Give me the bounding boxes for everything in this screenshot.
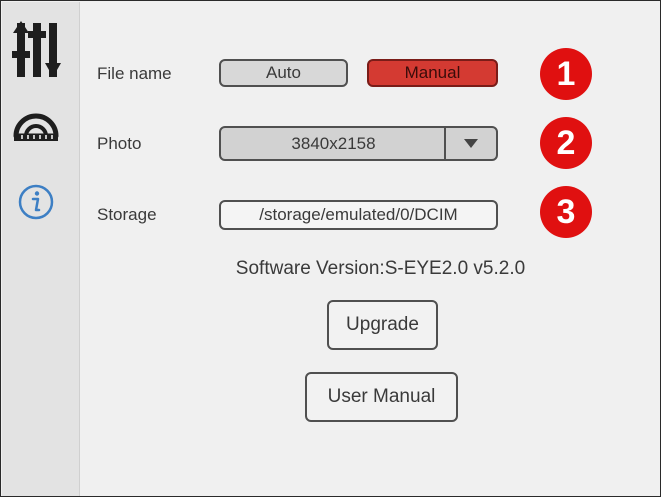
photo-resolution-select[interactable]: 3840x2158 (219, 126, 498, 161)
file-name-manual-button[interactable]: Manual (367, 59, 498, 87)
callout-badge-1: 1 (540, 48, 592, 100)
storage-path-field[interactable]: /storage/emulated/0/DCIM (219, 200, 498, 230)
sidebar (2, 2, 80, 496)
protractor-icon[interactable] (10, 102, 62, 146)
callout-badge-3: 3 (540, 186, 592, 238)
software-version-text: Software Version:S-EYE2.0 v5.2.0 (235, 258, 526, 279)
file-name-auto-button[interactable]: Auto (219, 59, 348, 87)
file-name-label: File name (97, 64, 172, 83)
user-manual-button[interactable]: User Manual (305, 372, 458, 422)
storage-label: Storage (97, 205, 157, 224)
photo-label: Photo (97, 134, 142, 153)
upgrade-button[interactable]: Upgrade (327, 300, 438, 350)
settings-screen: File name Auto Manual 1 Photo 3840x2158 … (0, 0, 661, 497)
settings-panel: File name Auto Manual 1 Photo 3840x2158 … (80, 2, 659, 495)
sliders-icon[interactable] (9, 20, 65, 80)
callout-badge-2: 2 (540, 117, 592, 169)
chevron-down-icon[interactable] (446, 128, 496, 159)
photo-resolution-value: 3840x2158 (291, 133, 376, 153)
info-icon[interactable] (12, 178, 60, 226)
